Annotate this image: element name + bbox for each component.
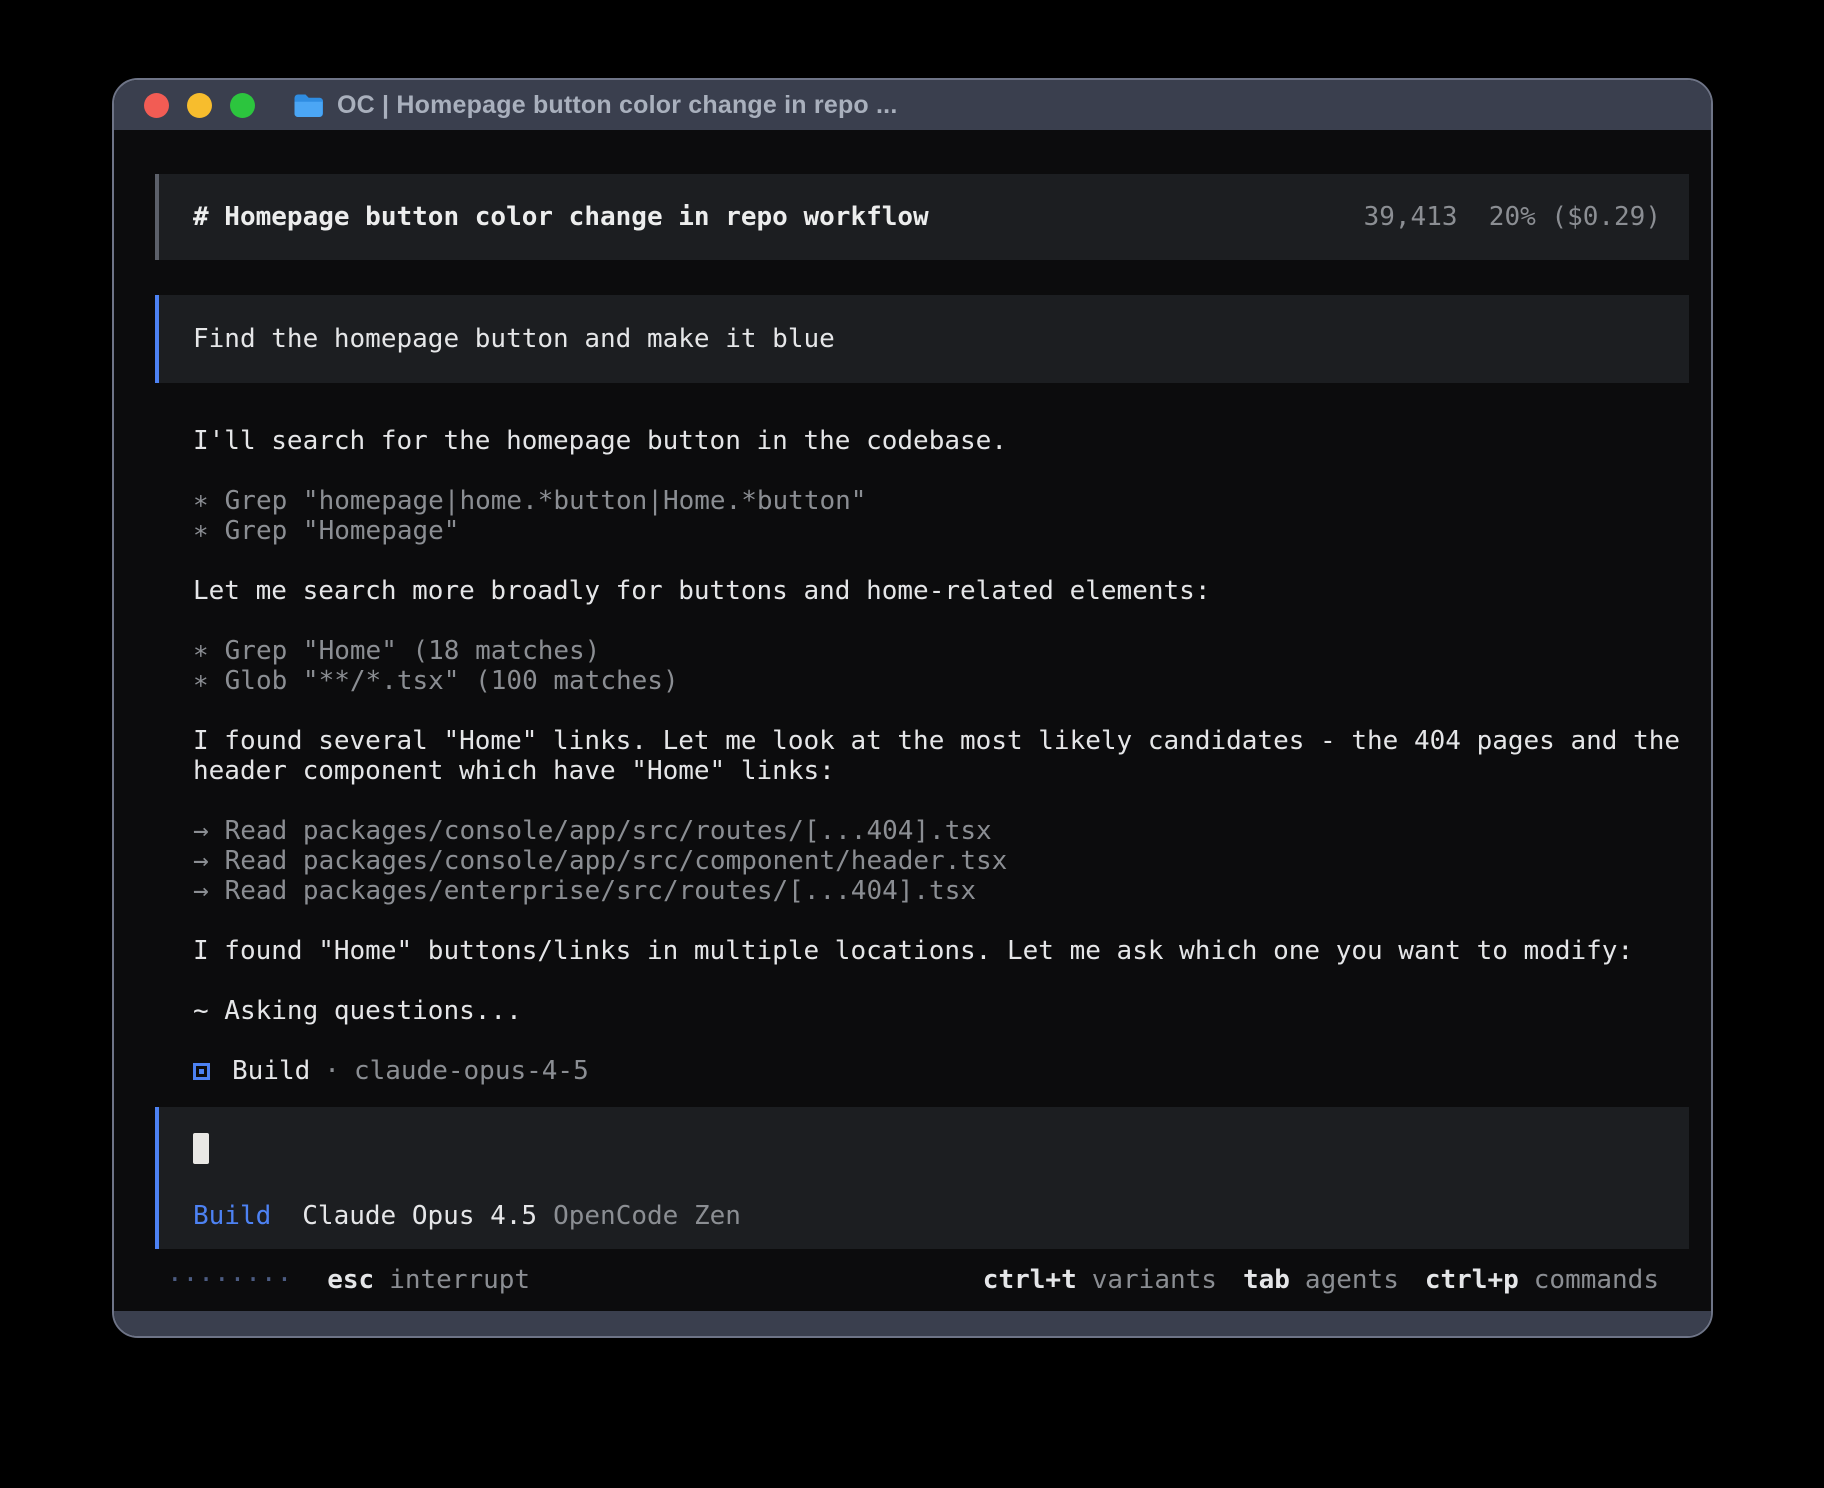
terminal-window: OC | Homepage button color change in rep… xyxy=(112,78,1713,1338)
tool-pending-icon: ∗ xyxy=(193,486,209,516)
status-bar: ········ esc interrupt ctrl+t variants t… xyxy=(155,1265,1689,1295)
status-bar-left: ········ esc interrupt xyxy=(167,1265,530,1295)
tool-pending-icon: ∗ xyxy=(193,636,209,666)
tool-call-label: Read packages/enterprise/src/routes/[...… xyxy=(225,876,976,906)
shortcut-commands: ctrl+p commands xyxy=(1425,1265,1659,1295)
tool-call-glob: ∗ Glob "**/*.tsx" (100 matches) xyxy=(193,666,1689,696)
traffic-lights xyxy=(144,93,255,118)
window-bottom-edge xyxy=(114,1311,1711,1336)
session-token-stats: 39,413 20% ($0.29) xyxy=(1364,202,1661,232)
tool-call-label: Read packages/console/app/src/routes/[..… xyxy=(225,816,992,846)
session-title: # Homepage button color change in repo w… xyxy=(193,202,929,232)
mode-label[interactable]: Build xyxy=(193,1201,271,1231)
spinner-dots-icon: ········ xyxy=(167,1265,292,1295)
minimize-button[interactable] xyxy=(187,93,212,118)
tool-call-grep: ∗ Grep "Homepage" xyxy=(193,516,1689,546)
shortcut-key-esc: esc xyxy=(327,1265,374,1295)
assistant-text: Let me search more broadly for buttons a… xyxy=(193,576,1689,606)
tool-arrow-icon: → xyxy=(193,876,209,906)
model-label[interactable]: Claude Opus 4.5 xyxy=(302,1201,537,1231)
shortcut-key: ctrl+t xyxy=(983,1265,1077,1295)
input-mode-line: Build Claude Opus 4.5 OpenCode Zen xyxy=(193,1201,1661,1231)
folder-icon xyxy=(293,93,324,118)
tool-call-grep: ∗ Grep "Home" (18 matches) xyxy=(193,636,1689,666)
desktop-background: OC | Homepage button color change in rep… xyxy=(0,0,1824,1488)
user-message-text: Find the homepage button and make it blu… xyxy=(193,324,835,354)
tool-arrow-icon: → xyxy=(193,846,209,876)
close-button[interactable] xyxy=(144,93,169,118)
agent-model-name: claude-opus-4-5 xyxy=(354,1056,589,1086)
shortcut-variants: ctrl+t variants xyxy=(983,1265,1217,1295)
tool-call-group: ∗ Grep "Home" (18 matches) ∗ Glob "**/*.… xyxy=(193,636,1689,696)
assistant-text: I found "Home" buttons/links in multiple… xyxy=(193,936,1689,966)
shortcut-key: ctrl+p xyxy=(1425,1265,1519,1295)
prompt-input[interactable]: Build Claude Opus 4.5 OpenCode Zen xyxy=(155,1107,1689,1249)
tool-call-label: Grep "homepage|home.*button|Home.*button… xyxy=(225,486,867,516)
shortcut-key: tab xyxy=(1243,1265,1290,1295)
tool-call-label: Read packages/console/app/src/component/… xyxy=(225,846,1008,876)
tool-call-label: Grep "Homepage" xyxy=(225,516,460,546)
window-title: OC | Homepage button color change in rep… xyxy=(337,91,897,120)
tool-arrow-icon: → xyxy=(193,816,209,846)
tool-call-group: ∗ Grep "homepage|home.*button|Home.*butt… xyxy=(193,486,1689,546)
agent-separator: · xyxy=(324,1056,340,1086)
tool-call-read: → Read packages/console/app/src/componen… xyxy=(193,846,1689,876)
agent-name: Build xyxy=(232,1056,310,1086)
working-status-text: ~ Asking questions... xyxy=(193,996,1689,1026)
build-agent-icon xyxy=(193,1063,210,1080)
shortcut-label: variants xyxy=(1092,1265,1217,1295)
zoom-button[interactable] xyxy=(230,93,255,118)
user-message: Find the homepage button and make it blu… xyxy=(155,295,1689,383)
tool-call-label: Grep "Home" (18 matches) xyxy=(225,636,601,666)
tool-call-group: → Read packages/console/app/src/routes/[… xyxy=(193,816,1689,906)
tool-call-grep: ∗ Grep "homepage|home.*button|Home.*butt… xyxy=(193,486,1689,516)
text-cursor xyxy=(193,1133,209,1164)
tool-call-read: → Read packages/enterprise/src/routes/[.… xyxy=(193,876,1689,906)
window-titlebar[interactable]: OC | Homepage button color change in rep… xyxy=(114,80,1711,130)
shortcut-label: agents xyxy=(1305,1265,1399,1295)
session-header: # Homepage button color change in repo w… xyxy=(155,174,1689,260)
terminal-content[interactable]: # Homepage button color change in repo w… xyxy=(114,130,1711,1311)
shortcut-agents: tab agents xyxy=(1243,1265,1399,1295)
tool-pending-icon: ∗ xyxy=(193,666,209,696)
provider-label: OpenCode Zen xyxy=(553,1201,741,1231)
assistant-intro-text: I'll search for the homepage button in t… xyxy=(193,426,1689,456)
assistant-text-line: I found several "Home" links. Let me loo… xyxy=(193,726,1689,756)
assistant-text: I found several "Home" links. Let me loo… xyxy=(193,726,1689,786)
shortcut-label: commands xyxy=(1534,1265,1659,1295)
status-bar-right: ctrl+t variants tab agents ctrl+p comman… xyxy=(983,1265,1659,1295)
assistant-text-line: header component which have "Home" links… xyxy=(193,756,1689,786)
tool-call-read: → Read packages/console/app/src/routes/[… xyxy=(193,816,1689,846)
tool-pending-icon: ∗ xyxy=(193,516,209,546)
agent-status-line: Build · claude-opus-4-5 xyxy=(193,1056,1689,1086)
tool-call-label: Glob "**/*.tsx" (100 matches) xyxy=(225,666,679,696)
shortcut-label-interrupt: interrupt xyxy=(389,1265,530,1295)
